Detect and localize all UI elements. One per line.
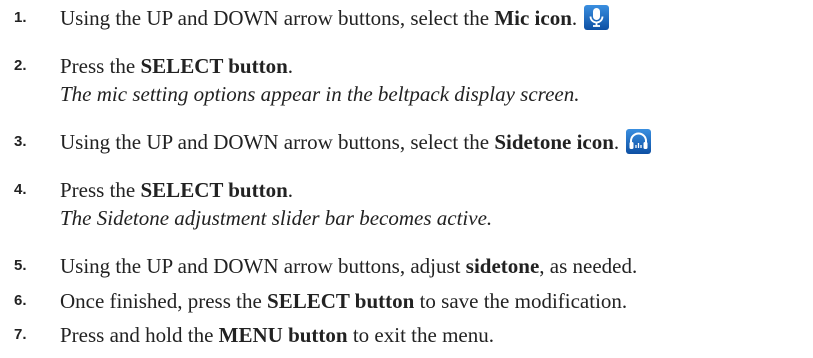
step-text: Press the SELECT button. The Sidetone adj… [60,178,493,230]
step-number: 7. [14,326,27,343]
step-text: Using the UP and DOWN arrow buttons, sel… [60,128,652,156]
step-text: Using the UP and DOWN arrow buttons, sel… [60,4,610,32]
step-text: Using the UP and DOWN arrow buttons, adj… [60,254,638,278]
step-number: 6. [14,292,27,309]
step-number: 5. [14,257,27,274]
step-text: Once finished, press the SELECT button t… [60,289,628,313]
step-number: 3. [14,133,27,150]
headset-icon [626,129,652,154]
step-number: 1. [14,9,27,26]
step-result: The mic setting options appear in the be… [60,82,580,106]
mic-icon [584,5,610,30]
step-number: 4. [14,181,27,198]
step-text: Press the SELECT button. The mic setting … [60,54,580,106]
step-result: The Sidetone adjustment slider bar becom… [60,206,493,230]
step-number: 2. [14,57,27,74]
step-text: Press and hold the MENU button to exit t… [60,323,494,347]
